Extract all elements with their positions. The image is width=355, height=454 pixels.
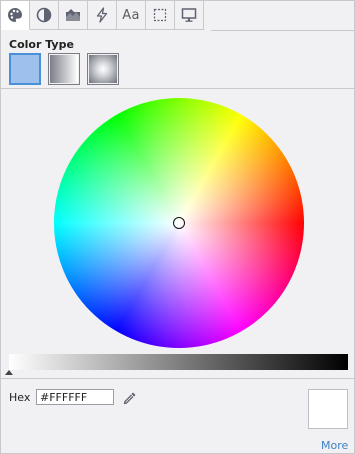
radial-gradient-button[interactable] [87,53,119,85]
solid-swatch-icon [11,55,39,83]
toolbar-divider [211,30,354,31]
radial-gradient-icon [89,55,117,83]
monitor-icon [181,8,197,22]
solid-color-button[interactable] [9,53,41,85]
linear-gradient-icon [50,55,78,83]
color-wheel-cursor[interactable] [173,217,185,229]
tab-contrast[interactable] [30,1,59,30]
color-type-options [9,53,119,85]
section-divider [1,378,354,379]
more-link[interactable]: More [321,439,348,452]
linear-gradient-button[interactable] [48,53,80,85]
brightness-slider-handle[interactable] [5,370,13,375]
tab-display[interactable] [175,1,204,30]
brightness-slider[interactable] [9,354,348,370]
hex-input[interactable] [36,389,114,405]
toolbar: Aa [1,1,211,30]
border-icon [153,8,167,22]
image-icon [66,9,80,21]
tab-effects[interactable] [88,1,117,30]
tab-palette[interactable] [1,1,30,30]
hex-label: Hex [9,391,31,404]
text-icon: Aa [122,7,140,23]
lightning-icon [96,7,108,23]
tab-text[interactable]: Aa [117,1,146,30]
contrast-icon [36,7,52,23]
color-picker-panel: Aa Color Type Hex #FFFFFF More [0,0,355,454]
palette-icon [8,8,23,22]
color-type-title: Color Type [9,38,74,51]
section-divider [1,88,354,89]
tab-image[interactable] [59,1,88,30]
eyedropper-icon[interactable] [122,390,138,406]
tab-border[interactable] [146,1,175,30]
color-preview [308,389,348,429]
